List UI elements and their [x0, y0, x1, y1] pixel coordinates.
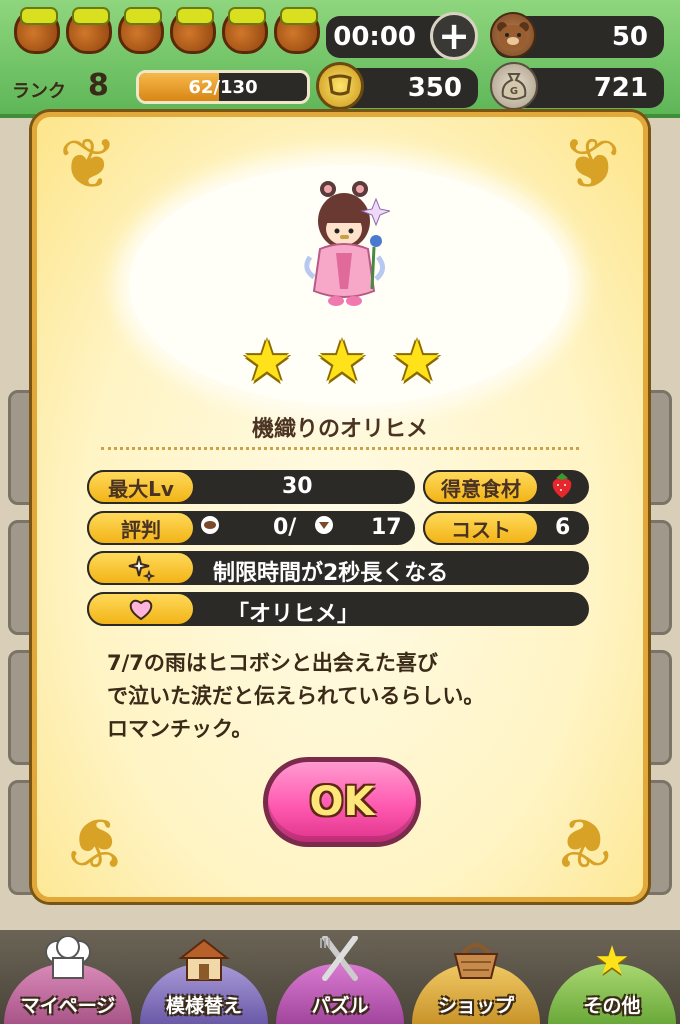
- bear-icon: [490, 12, 536, 58]
- nav-other[interactable]: ★ その他: [548, 938, 676, 1024]
- cost-row: コスト 6: [423, 511, 589, 545]
- chef-hat-icon: [38, 935, 98, 986]
- description-line: ロマンチック。: [107, 717, 253, 741]
- coin-count: 350: [407, 73, 462, 103]
- favorite-ingredient-row: 得意食材: [423, 470, 589, 504]
- nav-label: 模様替え: [165, 995, 242, 1017]
- rank-number: 8: [88, 68, 109, 103]
- fork-knife-icon: [310, 935, 370, 986]
- nav-shop[interactable]: ショップ: [412, 943, 540, 1024]
- max-level-value: 30: [282, 474, 313, 499]
- description-line: 7/7の雨はヒコボシと出会えた喜び: [107, 651, 438, 675]
- nav-label: パズル: [311, 995, 369, 1017]
- add-stamina-button[interactable]: +: [430, 12, 478, 60]
- series-text: 「オリヒメ」: [227, 602, 360, 627]
- character-name: 機織りのオリヒメ: [251, 417, 428, 442]
- honey-pot-icon: [118, 7, 164, 54]
- basket-icon: [446, 936, 506, 986]
- character-description: 7/7の雨はヒコボシと出会えた喜び で泣いた涙だと伝えられているらしい。 ロマン…: [107, 647, 587, 746]
- reputation-up-icon: [199, 514, 221, 542]
- xp-text: 62/130: [188, 77, 258, 98]
- nav-label: ショップ: [437, 995, 514, 1017]
- nav-label: マイページ: [20, 995, 116, 1017]
- reputation-value: 0/: [273, 515, 297, 540]
- character-card-dialog: ❦ ❦ ❦ ❦ ★ ★ ★ 機織りのオリヒメ 最大Lv 30 得意食材 評判 0…: [32, 112, 648, 902]
- gold-count: 721: [593, 73, 648, 103]
- nav-redecorate[interactable]: 模様替え: [140, 938, 268, 1024]
- heart-icon: [87, 592, 195, 626]
- description-line: で泣いた涙だと伝えられているらしい。: [107, 684, 485, 708]
- ok-button[interactable]: OK: [263, 757, 421, 847]
- reputation-label: 評判: [87, 511, 195, 545]
- skill-row: 制限時間が2秒長くなる: [87, 551, 589, 586]
- gold-bag-icon: G: [490, 62, 538, 110]
- divider: [101, 447, 579, 450]
- reputation-total: 17: [371, 515, 402, 540]
- coin-icon: [316, 62, 364, 110]
- star-icon: ★: [594, 938, 630, 984]
- ornament-bottom-right: ❦: [554, 801, 613, 883]
- bear-count: 50: [611, 22, 648, 52]
- xp-progress-bar: 62/130: [136, 70, 310, 104]
- rank-label: ランク: [12, 81, 66, 102]
- orihime-character-portrait: [304, 181, 390, 306]
- honey-pot-icon: [66, 7, 112, 54]
- ok-label: OK: [309, 779, 375, 825]
- status-bar: 00:00 + 50 ランク 8 62/130 350 721 G: [0, 0, 680, 118]
- honey-pot-icon: [222, 7, 268, 54]
- cost-value: 6: [555, 515, 571, 540]
- nav-puzzle[interactable]: パズル: [276, 935, 404, 1024]
- house-icon: [174, 936, 234, 986]
- bottom-navigation: マイページ 模様替え パズル ショップ ★ その他: [0, 930, 680, 1024]
- rarity-star-icon: ★: [316, 327, 368, 395]
- rarity-star-icon: ★: [391, 327, 443, 395]
- skill-sparkle-icon: [87, 551, 195, 585]
- svg-text:G: G: [510, 86, 518, 97]
- reputation-row: 評判 0/ 17: [87, 511, 415, 545]
- ornament-bottom-left: ❦: [67, 801, 126, 883]
- honey-pot-icon: [170, 7, 216, 54]
- timer-text: 00:00: [333, 22, 416, 52]
- max-level-row: 最大Lv 30: [87, 470, 415, 504]
- favorite-ingredient-label: 得意食材: [423, 470, 539, 504]
- nav-my-page[interactable]: マイページ: [4, 935, 132, 1024]
- ornament-top-right: ❦: [562, 123, 621, 205]
- cost-label: コスト: [423, 511, 539, 545]
- reputation-down-icon: [313, 514, 335, 542]
- honey-pot-icon: [14, 7, 60, 54]
- max-level-label: 最大Lv: [87, 470, 195, 504]
- rarity-star-icon: ★: [241, 327, 293, 395]
- skill-text: 制限時間が2秒長くなる: [213, 561, 449, 586]
- honey-pot-icon: [274, 7, 320, 54]
- ornament-top-left: ❦: [59, 123, 118, 205]
- series-row: 「オリヒメ」: [87, 592, 589, 627]
- nav-label: その他: [583, 995, 641, 1017]
- strawberry-icon: [549, 472, 575, 506]
- plus-icon: +: [438, 14, 470, 58]
